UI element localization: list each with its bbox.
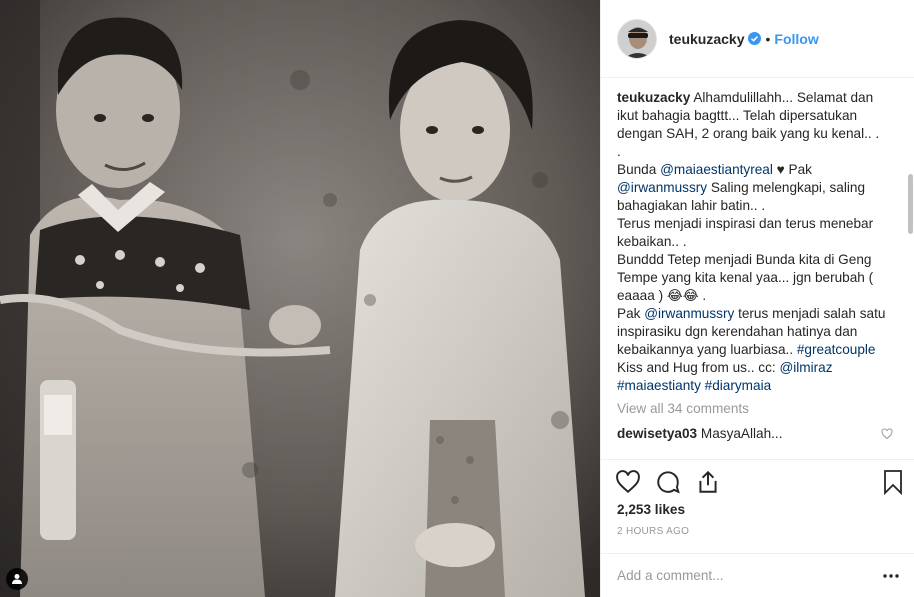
likes-count[interactable]: 2,253 likes [617, 502, 685, 517]
post-timestamp[interactable]: 2 HOURS AGO [617, 526, 689, 537]
verified-badge-icon [748, 32, 762, 45]
caption-text: Kiss and Hug from us.. cc: [617, 360, 780, 375]
post-header: teukuzacky • Follow [601, 0, 914, 78]
comment-username[interactable]: dewisetya03 [617, 426, 697, 441]
view-all-comments-link[interactable]: View all 34 comments [617, 401, 893, 416]
comment-text: MasyaAllah... [700, 426, 783, 441]
caption-text: Pak [617, 306, 645, 321]
separator-dot: • [765, 30, 771, 47]
caption-text-line5: Bunddd Tetep menjadi Bunda kita di Geng … [617, 252, 874, 303]
comments-scrollbar[interactable] [907, 79, 914, 459]
hashtag-link[interactable]: #greatcouple [797, 342, 876, 357]
share-icon[interactable] [695, 469, 721, 495]
post-photo[interactable] [0, 0, 600, 597]
hashtag-link[interactable]: #maiaestianty [617, 378, 701, 393]
post-detail-panel: teukuzacky • Follow teukuzacky Alhamduli… [600, 0, 914, 597]
caption-text: Bunda [617, 162, 661, 177]
more-options-icon[interactable] [881, 566, 901, 586]
scrollbar-thumb[interactable] [908, 174, 913, 234]
avatar[interactable] [617, 18, 657, 59]
comment-icon[interactable] [655, 469, 681, 495]
mention-link[interactable]: @irwanmussry [617, 180, 707, 195]
add-comment-bar [601, 553, 914, 597]
caption-text-line4: Terus menjadi inspirasi dan terus meneba… [617, 216, 874, 249]
mention-link[interactable]: @ilmiraz [779, 360, 832, 375]
vintage-photo-illustration [0, 0, 600, 597]
caption-username[interactable]: teukuzacky [617, 90, 690, 105]
heart-emoji: ♥ [772, 162, 789, 177]
mention-link[interactable]: @irwanmussry [644, 306, 734, 321]
comment-like-heart-icon[interactable] [881, 427, 893, 440]
heart-icon[interactable] [615, 469, 641, 495]
caption-text-line2: . [617, 144, 621, 159]
comment-item: dewisetya03 MasyaAllah... [617, 426, 893, 441]
follow-button[interactable]: Follow [774, 31, 818, 47]
hashtag-link[interactable]: #diarymaia [705, 378, 772, 393]
action-icons-row [615, 466, 905, 498]
caption-text: Pak [788, 162, 812, 177]
comments-section: teukuzacky Alhamdulillahh... Selamat dan… [601, 79, 914, 459]
post-caption: teukuzacky Alhamdulillahh... Selamat dan… [617, 89, 893, 395]
bookmark-icon[interactable] [881, 469, 905, 495]
add-comment-input[interactable] [617, 568, 857, 583]
post-author-username[interactable]: teukuzacky [669, 31, 744, 47]
person-tag-icon[interactable] [6, 568, 28, 590]
mention-link[interactable]: @maiaestiantyreal [660, 162, 773, 177]
